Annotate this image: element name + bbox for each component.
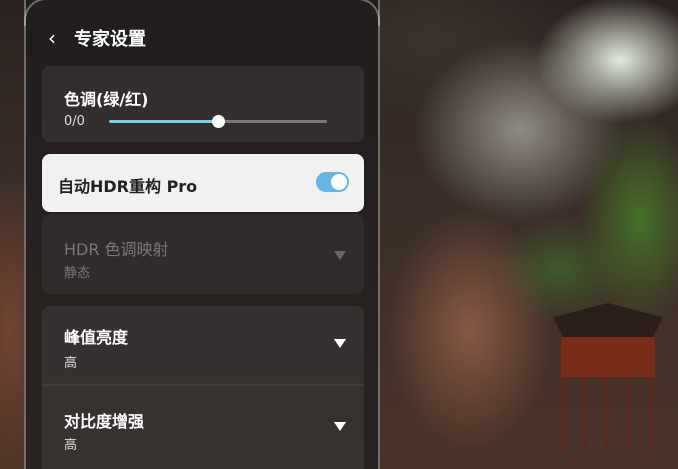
tone-slider-fill [109,120,218,123]
tone-slider-knob[interactable] [212,115,225,128]
peak-brightness-label: 峰值亮度 [64,328,129,347]
expert-settings-panel: ‹ 专家设置 色调(绿/红) 0/0 自动HDR重构 Pro HDR 色调映射 … [24,0,380,469]
peak-brightness-value: 高 [64,356,78,371]
contrast-enhance-value: 高 [64,438,78,453]
hdr-mapping-setting: HDR 色调映射 静态 [42,214,364,294]
contrast-enhance-setting[interactable]: 对比度增强 高 [42,386,364,469]
peak-brightness-setting[interactable]: 峰值亮度 高 [42,306,364,384]
hdr-mapping-label: HDR 色调映射 [64,240,169,259]
pavilion-image [553,303,663,453]
tone-label: 色调(绿/红) [64,90,149,109]
tone-value: 0/0 [64,114,85,129]
hdr-rebuild-toggle[interactable] [316,172,349,192]
tone-setting[interactable]: 色调(绿/红) 0/0 [42,66,364,142]
toggle-knob [331,174,347,190]
hdr-mapping-value: 静态 [64,266,91,281]
chevron-down-icon[interactable] [334,339,346,348]
back-arrow-icon[interactable]: ‹ [42,26,62,50]
panel-header: ‹ 专家设置 [42,22,146,54]
hdr-rebuild-setting[interactable]: 自动HDR重构 Pro [42,154,364,212]
tone-slider[interactable] [109,115,327,128]
contrast-enhance-label: 对比度增强 [64,412,145,431]
chevron-down-icon [334,251,346,260]
chevron-down-icon[interactable] [334,422,346,431]
page-title: 专家设置 [74,29,146,50]
hdr-rebuild-label: 自动HDR重构 Pro [58,177,198,196]
